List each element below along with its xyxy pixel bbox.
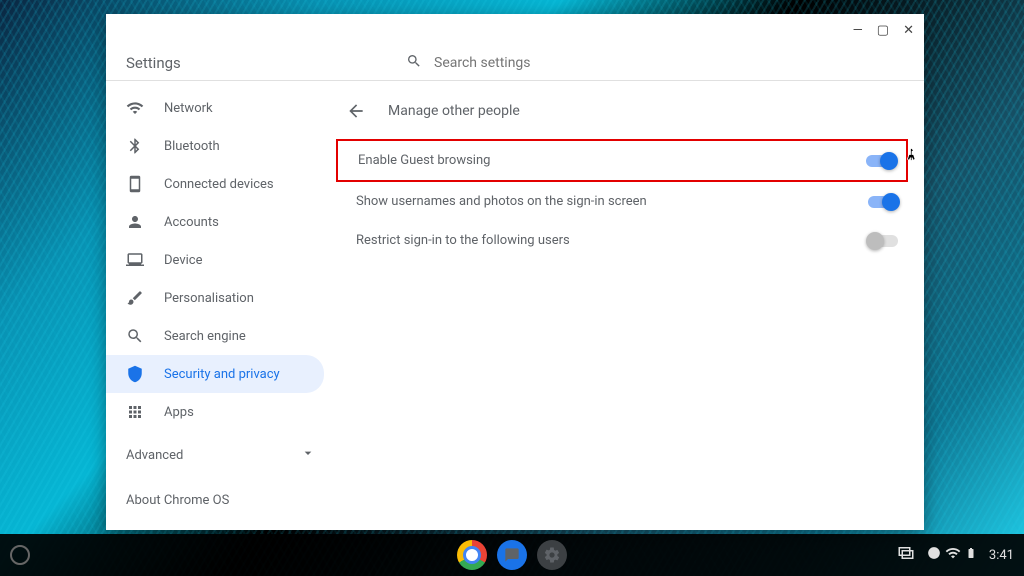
search-input[interactable]: [434, 55, 694, 71]
setting-label: Restrict sign-in to the following users: [356, 233, 570, 248]
page-title: Settings: [126, 54, 406, 72]
setting-restrict-signin: Restrict sign-in to the following users: [336, 221, 908, 260]
sidebar-about[interactable]: About Chrome OS: [106, 479, 336, 522]
sidebar-item-search-engine[interactable]: Search engine: [106, 317, 324, 355]
wifi-icon: [126, 99, 144, 117]
sidebar-item-network[interactable]: Network: [106, 89, 324, 127]
apps-icon: [126, 403, 144, 421]
sidebar-label: Apps: [164, 405, 194, 420]
sidebar-item-security[interactable]: Security and privacy: [106, 355, 324, 393]
sidebar-item-bluetooth[interactable]: Bluetooth: [106, 127, 324, 165]
brush-icon: [126, 289, 144, 307]
header: Settings: [106, 46, 924, 80]
launcher-button[interactable]: [10, 545, 30, 565]
person-icon: [126, 213, 144, 231]
minimize-button[interactable]: —: [853, 23, 863, 38]
sidebar-label: Network: [164, 101, 213, 116]
setting-guest-browsing: Enable Guest browsing: [336, 139, 908, 182]
titlebar: — ▢ ✕: [106, 14, 924, 46]
laptop-icon: [126, 251, 144, 269]
content: Manage other people Enable Guest browsin…: [336, 81, 924, 530]
bluetooth-icon: [126, 137, 144, 155]
close-button[interactable]: ✕: [903, 23, 914, 38]
sidebar-label: Connected devices: [164, 177, 274, 192]
sidebar-item-device[interactable]: Device: [106, 241, 324, 279]
sidebar-label: Device: [164, 253, 203, 268]
devices-icon: [126, 175, 144, 193]
taskbar: 3:41: [0, 534, 1024, 576]
back-button[interactable]: [342, 97, 370, 125]
toggle-guest-browsing[interactable]: [866, 155, 896, 167]
subheader: Manage other people: [336, 89, 908, 139]
setting-show-usernames: Show usernames and photos on the sign-in…: [336, 182, 908, 221]
sidebar: Network Bluetooth Connected devices Acco…: [106, 81, 336, 530]
about-label: About Chrome OS: [126, 493, 229, 508]
sidebar-label: Bluetooth: [164, 139, 220, 154]
wifi-tray-icon: [945, 545, 961, 565]
sidebar-advanced[interactable]: Advanced: [106, 431, 336, 479]
sidebar-item-connected-devices[interactable]: Connected devices: [106, 165, 324, 203]
system-tray[interactable]: 3:41: [897, 544, 1014, 566]
advanced-label: Advanced: [126, 448, 183, 463]
messages-icon[interactable]: [497, 540, 527, 570]
sidebar-item-accounts[interactable]: Accounts: [106, 203, 324, 241]
battery-icon: [965, 545, 977, 565]
toggle-restrict-signin: [868, 235, 898, 247]
shield-icon: [126, 365, 144, 383]
sidebar-item-personalisation[interactable]: Personalisation: [106, 279, 324, 317]
setting-label: Show usernames and photos on the sign-in…: [356, 194, 647, 209]
sidebar-item-apps[interactable]: Apps: [106, 393, 324, 431]
sidebar-label: Personalisation: [164, 291, 254, 306]
sidebar-label: Accounts: [164, 215, 219, 230]
shelf-apps: [457, 540, 567, 570]
settings-icon[interactable]: [537, 540, 567, 570]
settings-window: — ▢ ✕ Settings Network Bluetooth Connect…: [106, 14, 924, 530]
sidebar-label: Security and privacy: [164, 367, 280, 382]
search-icon: [126, 327, 144, 345]
search-icon: [406, 53, 422, 73]
chrome-icon[interactable]: [457, 540, 487, 570]
maximize-button[interactable]: ▢: [877, 23, 889, 38]
toggle-show-usernames[interactable]: [868, 196, 898, 208]
clock: 3:41: [989, 548, 1014, 563]
chevron-down-icon: [300, 445, 316, 465]
search-box[interactable]: [406, 53, 694, 73]
setting-label: Enable Guest browsing: [358, 153, 490, 168]
sidebar-label: Search engine: [164, 329, 246, 344]
notification-icon: [927, 546, 941, 564]
subheader-title: Manage other people: [388, 103, 520, 119]
overview-icon[interactable]: [897, 544, 915, 566]
